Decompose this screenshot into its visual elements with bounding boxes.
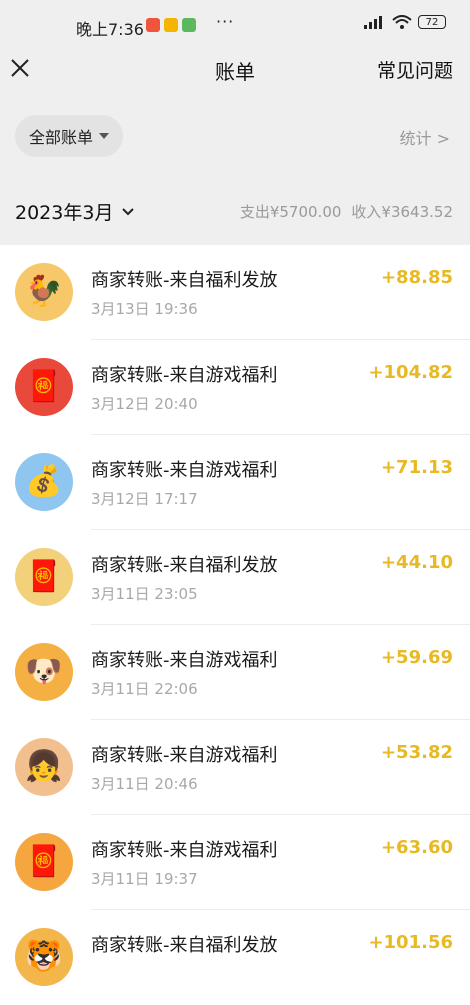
transaction-row[interactable]: 🐶 商家转账-来自游戏福利 3月11日 22:06 +59.69 xyxy=(0,625,470,720)
merchant-avatar: 🧧 xyxy=(15,833,73,891)
transaction-list: 🐓 商家转账-来自福利发放 3月13日 19:36 +88.85 🧧 商家转账-… xyxy=(0,245,470,1005)
transaction-date: 3月11日 20:46 xyxy=(91,775,198,793)
wifi-icon xyxy=(392,15,412,29)
transaction-title: 商家转账-来自游戏福利 xyxy=(91,365,278,386)
transaction-title: 商家转账-来自福利发放 xyxy=(91,555,278,576)
transaction-row[interactable]: 🧧 商家转账-来自游戏福利 3月11日 19:37 +63.60 xyxy=(0,815,470,910)
transaction-date: 3月11日 23:05 xyxy=(91,585,198,603)
merchant-avatar: 🐯 xyxy=(15,928,73,986)
fortune-god-icon: 💰 xyxy=(25,464,63,499)
transaction-amount: +53.82 xyxy=(380,742,453,763)
caret-down-icon xyxy=(99,133,109,139)
dog-icon: 🐶 xyxy=(25,654,63,689)
transaction-date: 3月12日 20:40 xyxy=(91,395,198,413)
chevron-down-icon xyxy=(122,207,135,215)
transaction-date: 3月12日 17:17 xyxy=(91,490,198,508)
transaction-row[interactable]: 👧 商家转账-来自游戏福利 3月11日 20:46 +53.82 xyxy=(0,720,470,815)
transaction-date: 3月11日 19:37 xyxy=(91,870,198,888)
transaction-date: 3月11日 22:06 xyxy=(91,680,198,698)
merchant-avatar: 🐶 xyxy=(15,643,73,701)
transaction-amount: +101.56 xyxy=(368,932,453,953)
transaction-date: 3月13日 19:36 xyxy=(91,300,198,318)
transaction-amount: +71.13 xyxy=(380,457,453,478)
bill-filter-dropdown[interactable]: 全部账单 xyxy=(15,115,123,157)
merchant-avatar: 🧧 xyxy=(15,548,73,606)
transaction-title: 商家转账-来自游戏福利 xyxy=(91,460,278,481)
faq-link[interactable]: 常见问题 xyxy=(377,56,453,83)
battery-icon: 72 xyxy=(418,15,446,29)
month-summary: 支出¥5700.00 收入¥3643.52 xyxy=(240,201,453,222)
transaction-amount: +44.10 xyxy=(380,552,453,573)
transaction-amount: +59.69 xyxy=(380,647,453,668)
app-icon-yellow xyxy=(164,18,178,32)
expense-total: 支出¥5700.00 xyxy=(239,203,342,221)
tiger-icon: 🐯 xyxy=(25,939,63,974)
status-more-icon: ··· xyxy=(216,12,235,31)
month-label: 2023年3月 xyxy=(15,202,114,224)
transaction-title: 商家转账-来自福利发放 xyxy=(91,935,278,956)
status-indicators: 72 xyxy=(364,15,446,29)
transaction-row[interactable]: 🧧 商家转账-来自福利发放 3月11日 23:05 +44.10 xyxy=(0,530,470,625)
transaction-title: 商家转账-来自游戏福利 xyxy=(91,650,278,671)
bill-filter-label: 全部账单 xyxy=(28,128,93,147)
rooster-icon: 🐓 xyxy=(25,274,63,309)
transaction-row[interactable]: 💰 商家转账-来自游戏福利 3月12日 17:17 +71.13 xyxy=(0,435,470,530)
merchant-avatar: 💰 xyxy=(15,453,73,511)
transaction-title: 商家转账-来自游戏福利 xyxy=(91,745,278,766)
transaction-title: 商家转账-来自游戏福利 xyxy=(91,840,278,861)
income-total: 收入¥3643.52 xyxy=(351,203,453,221)
signal-icon xyxy=(364,16,382,29)
girl-icon: 👧 xyxy=(25,749,63,784)
app-icon-red xyxy=(146,18,160,32)
transaction-row[interactable]: 🧧 商家转账-来自游戏福利 3月12日 20:40 +104.82 xyxy=(0,340,470,435)
merchant-avatar: 👧 xyxy=(15,738,73,796)
merchant-avatar: 🧧 xyxy=(15,358,73,416)
month-selector[interactable]: 2023年3月 xyxy=(15,198,135,225)
fortune-god-icon: 🧧 xyxy=(25,844,63,879)
transaction-row[interactable]: 🐓 商家转账-来自福利发放 3月13日 19:36 +88.85 xyxy=(0,245,470,340)
transaction-amount: +104.82 xyxy=(368,362,453,383)
app-icon-green xyxy=(182,18,196,32)
transaction-title: 商家转账-来自福利发放 xyxy=(91,270,278,291)
fortune-god-icon: 🧧 xyxy=(25,559,63,594)
status-app-icons xyxy=(146,18,196,32)
transaction-amount: +88.85 xyxy=(380,267,453,288)
transaction-amount: +63.60 xyxy=(380,837,453,858)
stats-link[interactable]: 统计 > xyxy=(400,125,451,149)
merchant-avatar: 🐓 xyxy=(15,263,73,321)
fortune-god-icon: 🧧 xyxy=(25,369,63,404)
status-time: 晚上7:36 xyxy=(76,20,144,39)
transaction-row[interactable]: 🐯 商家转账-来自福利发放 +101.56 xyxy=(0,910,470,1005)
